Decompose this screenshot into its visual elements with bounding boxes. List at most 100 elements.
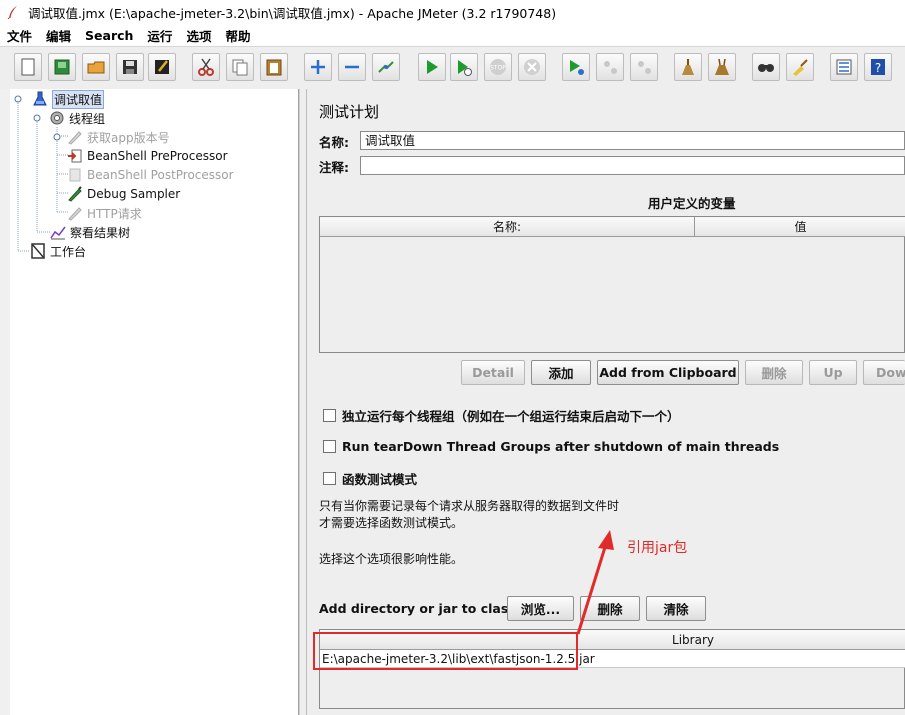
menu-file[interactable]: 文件 xyxy=(0,26,39,45)
templates-button[interactable] xyxy=(48,53,76,81)
stop-button[interactable]: STOP xyxy=(484,53,512,81)
detail-button[interactable]: Detail xyxy=(461,360,525,385)
menu-options[interactable]: 选项 xyxy=(179,26,218,45)
functional-note-line1: 只有当你需要记录每个请求从服务器取得的数据到文件时 xyxy=(319,499,620,513)
panel-title: 测试计划 xyxy=(319,103,380,121)
add-from-clipboard-button[interactable]: Add from Clipboard xyxy=(597,360,739,385)
paste-button[interactable] xyxy=(260,53,288,81)
tree-expand-handle-icon[interactable] xyxy=(53,133,61,141)
variables-table[interactable]: 名称: 值 xyxy=(319,216,905,353)
remote-shutdown-button[interactable] xyxy=(630,53,658,81)
toolbar: STOP ? xyxy=(0,46,905,90)
tree-expand-handle-icon[interactable] xyxy=(33,114,41,122)
functional-mode-option[interactable]: 函数测试模式 xyxy=(323,468,417,488)
serialize-label: 独立运行每个线程组（例如在一个组运行结束后启动下一个） xyxy=(342,408,680,424)
copy-button[interactable] xyxy=(226,53,254,81)
menu-bar: 文件 编辑 Search 运行 选项 帮助 xyxy=(0,24,905,46)
tree-node-thread-group[interactable]: 线程组 xyxy=(33,109,105,127)
menu-run[interactable]: 运行 xyxy=(140,26,179,45)
clear-all-button[interactable] xyxy=(708,53,736,81)
workbench-icon xyxy=(31,243,45,259)
cut-icon xyxy=(198,58,214,76)
start-icon xyxy=(427,60,438,74)
pane-splitter[interactable] xyxy=(299,89,307,715)
teardown-label: Run tearDown Thread Groups after shutdow… xyxy=(342,438,780,454)
tree-expand-handle-icon[interactable] xyxy=(14,95,22,103)
save-button[interactable] xyxy=(116,53,144,81)
column-header-name[interactable]: 名称: xyxy=(320,217,695,237)
save-as-button[interactable] xyxy=(148,53,176,81)
teardown-checkbox[interactable] xyxy=(323,439,336,453)
name-field[interactable]: 调试取值 xyxy=(360,131,905,150)
sampler-pen-icon xyxy=(68,131,82,145)
expand-all-button[interactable] xyxy=(304,53,332,81)
reset-search-button[interactable] xyxy=(786,53,814,81)
start-no-pause-icon xyxy=(458,60,472,76)
clear-button[interactable] xyxy=(674,53,702,81)
annotation-arrow-icon xyxy=(576,530,614,635)
tree-node-beanshell-postprocessor[interactable]: BeanShell PostProcessor xyxy=(67,166,234,184)
open-icon xyxy=(87,61,105,74)
start-button[interactable] xyxy=(418,53,446,81)
toggle-button[interactable] xyxy=(372,53,400,81)
clear-icon xyxy=(682,59,694,75)
classpath-clear-button[interactable]: 清除 xyxy=(646,596,706,621)
collapse-all-button[interactable] xyxy=(338,53,366,81)
up-button[interactable]: Up xyxy=(809,360,857,385)
teardown-option[interactable]: Run tearDown Thread Groups after shutdow… xyxy=(323,436,779,456)
annotation-highlight-box xyxy=(313,632,578,670)
toggle-icon xyxy=(378,61,394,73)
menu-help[interactable]: 帮助 xyxy=(218,26,257,45)
tree-node-debug-sampler[interactable]: Debug Sampler xyxy=(67,185,180,203)
svg-text:?: ? xyxy=(875,61,881,75)
annotation-label: 引用jar包 xyxy=(627,540,688,556)
tree-node-beanshell-preprocessor[interactable]: BeanShell PreProcessor xyxy=(67,147,228,165)
name-label: 名称: xyxy=(319,134,349,150)
postprocessor-icon xyxy=(69,168,81,182)
comment-row: 注释: xyxy=(319,156,359,176)
tree-node-get-app-version[interactable]: 获取app版本号 xyxy=(53,128,170,146)
test-tree-pane[interactable]: 调试取值 线程组 获取app版本号 BeanShell PreProcessor… xyxy=(0,89,299,715)
add-button[interactable]: 添加 xyxy=(531,360,591,385)
window-titlebar: 调试取值.jmx (E:\apache-jmeter-3.2\bin\调试取值.… xyxy=(0,0,905,24)
start-no-pause-button[interactable] xyxy=(450,53,478,81)
column-header-value[interactable]: 值 xyxy=(695,217,905,237)
menu-search[interactable]: Search xyxy=(78,28,140,43)
tree-node-view-results-tree[interactable]: 察看结果树 xyxy=(50,223,130,241)
save-as-icon xyxy=(155,60,169,74)
comment-field[interactable] xyxy=(360,156,905,175)
remote-start-button[interactable] xyxy=(562,53,590,81)
remote-shutdown-icon xyxy=(638,61,651,74)
shutdown-button[interactable] xyxy=(518,53,546,81)
chart-listener-icon xyxy=(50,226,66,240)
templates-icon xyxy=(54,59,70,75)
expand-icon xyxy=(311,60,325,74)
serialize-thread-groups-option[interactable]: 独立运行每个线程组（例如在一个组运行结束后启动下一个） xyxy=(323,405,680,425)
tree-node-http-request[interactable]: HTTP请求 xyxy=(67,204,142,222)
remote-stop-button[interactable] xyxy=(596,53,624,81)
down-button[interactable]: Dow xyxy=(863,360,905,385)
serialize-checkbox[interactable] xyxy=(323,408,336,422)
tree-label-item: Debug Sampler xyxy=(87,187,181,201)
browse-button[interactable]: 浏览... xyxy=(507,596,574,621)
stop-icon: STOP xyxy=(490,59,506,75)
functional-note-line2: 才需要选择函数测试模式。 xyxy=(319,516,464,530)
clear-all-icon xyxy=(715,58,729,75)
function-helper-button[interactable] xyxy=(830,53,858,81)
search-button[interactable] xyxy=(752,53,780,81)
open-button[interactable] xyxy=(82,53,110,81)
menu-edit[interactable]: 编辑 xyxy=(39,26,78,45)
functional-note-line3: 选择这个选项很影响性能。 xyxy=(319,552,464,566)
functional-mode-checkbox[interactable] xyxy=(323,471,336,485)
shutdown-icon xyxy=(524,59,540,75)
tree-node-workbench[interactable]: 工作台 xyxy=(30,242,86,260)
tree-label-item: BeanShell PostProcessor xyxy=(87,168,234,182)
new-button[interactable] xyxy=(14,53,42,81)
new-icon xyxy=(21,58,35,76)
help-button[interactable]: ? xyxy=(864,53,892,81)
delete-button[interactable]: 删除 xyxy=(745,360,803,385)
cut-button[interactable] xyxy=(192,53,220,81)
tree-node-test-plan[interactable]: 调试取值 xyxy=(14,89,105,109)
remote-stop-icon xyxy=(604,61,617,74)
svg-text:STOP: STOP xyxy=(490,65,506,72)
